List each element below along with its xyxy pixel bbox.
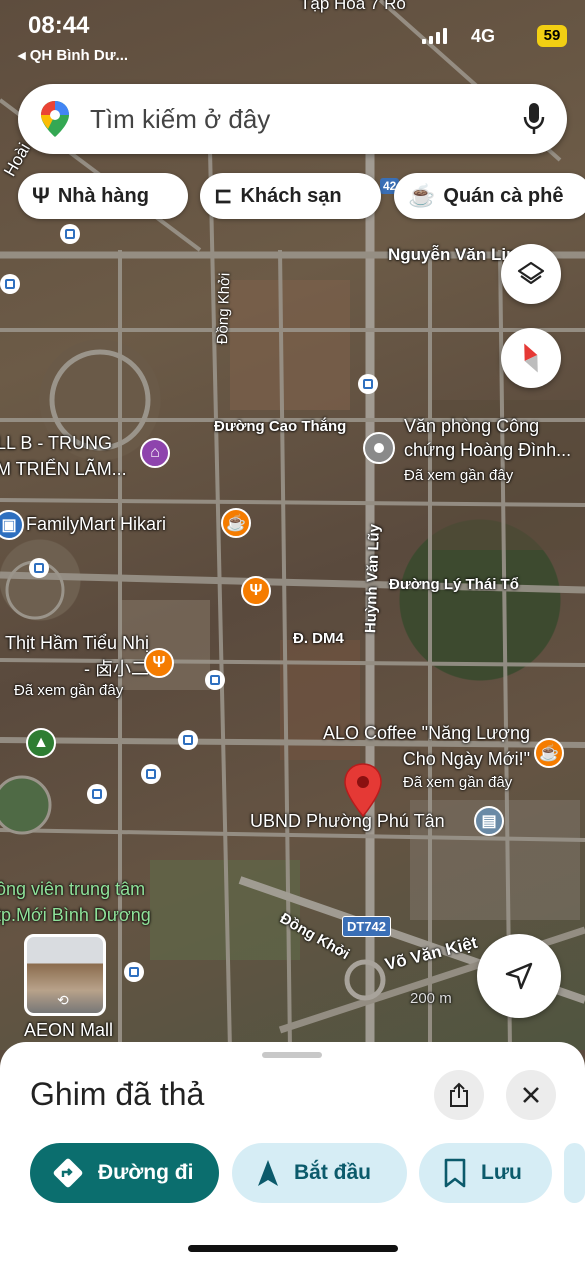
navigation-arrow-icon — [258, 1160, 278, 1186]
bus-stop-icon[interactable] — [29, 558, 49, 578]
place-note-recent-3: Đã xem gần đây — [403, 774, 513, 791]
street-label-dm4: Đ. DM4 — [293, 630, 344, 647]
bus-stop-icon[interactable] — [178, 730, 198, 750]
scale-label: 200 m — [410, 990, 452, 1007]
chip-label-restaurants: Nhà hàng — [57, 184, 149, 207]
my-location-button[interactable] — [477, 934, 561, 1018]
street-label-ly-thai-to: Đường Lý Thái Tổ — [389, 576, 519, 593]
place-note-recent-2: Đã xem gần đây — [14, 682, 124, 699]
chip-label-coffee: Quán cà phê — [443, 184, 564, 207]
bus-stop-icon[interactable] — [0, 274, 20, 294]
status-bar: 08:44 ◂ QH Bình Dư... 4G 59 — [0, 0, 585, 64]
layers-button[interactable] — [501, 244, 561, 304]
road-badge-dt742: DT742 — [342, 916, 392, 937]
bus-stop-icon[interactable] — [60, 224, 80, 244]
place-label-cong-vien[interactable]: ông viên trung tâm tp.Mới Bình Dương — [0, 876, 181, 928]
chip-hotels[interactable]: ⊏ Khách sạn — [200, 173, 381, 219]
sheet-drag-handle[interactable] — [262, 1052, 322, 1058]
share-icon — [450, 1082, 468, 1107]
battery-icon: 59 — [537, 25, 567, 47]
close-button[interactable] — [506, 1070, 556, 1120]
search-bar[interactable]: Tìm kiếm ở đây — [18, 84, 567, 154]
save-label: Lưu — [481, 1161, 522, 1184]
landmark-icon[interactable]: ⌂ — [140, 438, 170, 468]
search-input[interactable]: Tìm kiếm ở đây — [90, 104, 270, 135]
cell-signal-icon — [422, 28, 447, 44]
dropped-pin-sheet[interactable]: Ghim đã thả Đường đi Bắt đầu Lưu — [0, 1042, 585, 1266]
map-view[interactable]: Tạp Hoá 7 Rô Nguyễn Văn Lin Hoài Đồng Kh… — [0, 0, 585, 1050]
home-indicator — [188, 1245, 398, 1252]
place-label-thit-ham[interactable]: Thịt Hầm Tiểu Nhị - 卤小二 — [4, 630, 149, 682]
location-arrow-icon — [505, 962, 533, 990]
directions-button[interactable]: Đường đi — [30, 1143, 219, 1203]
share-button[interactable] — [434, 1070, 484, 1120]
chip-restaurants[interactable]: Ψ Nhà hàng — [18, 173, 188, 219]
place-label-trung-tam-trien-lam[interactable]: LL B - TRUNG M TRIỂN LÃM... — [0, 430, 131, 482]
park-tree-icon[interactable]: ▲ — [26, 728, 56, 758]
coffee-poi-icon[interactable]: ☕ — [534, 738, 564, 768]
bus-stop-icon[interactable] — [87, 784, 107, 804]
place-label-aeon-mall[interactable]: AEON Mall — [24, 1020, 113, 1041]
close-icon — [523, 1087, 539, 1103]
save-button[interactable]: Lưu — [419, 1143, 552, 1203]
coffee-poi-icon[interactable]: ☕ — [221, 508, 251, 538]
fork-knife-icon: Ψ — [32, 183, 50, 208]
street-label-dong-khoi-north: Đồng Khởi — [214, 272, 234, 345]
chip-label-hotels: Khách sạn — [240, 184, 342, 207]
rotate-360-icon: ⟲ — [57, 992, 69, 1008]
microphone-icon[interactable] — [523, 102, 545, 136]
bookmark-icon — [444, 1158, 466, 1188]
restaurant-poi-icon[interactable]: Ψ — [144, 648, 174, 678]
government-building-icon[interactable]: ▤ — [474, 806, 504, 836]
directions-icon — [53, 1158, 83, 1188]
network-type: 4G — [470, 26, 495, 46]
google-maps-pin-icon — [41, 101, 69, 137]
restaurant-poi-icon[interactable]: Ψ — [241, 576, 271, 606]
start-label: Bắt đầu — [294, 1161, 372, 1184]
place-label-van-phong-cong-chung[interactable]: Văn phòng Công chứng Hoàng Đình... — [404, 414, 585, 462]
compass-icon — [524, 343, 538, 373]
street-view-thumbnail[interactable]: ⟲ — [24, 934, 106, 1016]
back-to-app-link[interactable]: ◂ QH Bình Dư... — [18, 46, 128, 64]
chip-coffee[interactable]: ☕ Quán cà phê — [394, 173, 585, 219]
dropped-pin-icon[interactable] — [343, 762, 383, 818]
start-button[interactable]: Bắt đầu — [232, 1143, 407, 1203]
more-actions-button[interactable] — [564, 1143, 585, 1203]
bed-icon: ⊏ — [214, 183, 233, 208]
sheet-title: Ghim đã thả — [30, 1076, 205, 1112]
bus-stop-icon[interactable] — [141, 764, 161, 784]
compass-button[interactable] — [501, 328, 561, 388]
place-pin-icon[interactable] — [363, 432, 395, 464]
street-label-cao-thang: Đường Cao Thắng — [214, 418, 347, 435]
bus-stop-icon[interactable] — [124, 962, 144, 982]
place-label-familymart[interactable]: FamilyMart Hikari — [26, 514, 166, 535]
directions-label: Đường đi — [98, 1161, 194, 1184]
place-note-recent-1: Đã xem gần đây — [404, 467, 514, 484]
layers-icon — [517, 261, 545, 285]
status-time: 08:44 — [28, 12, 90, 39]
bus-stop-icon[interactable] — [358, 374, 378, 394]
street-label-nguyen-van-linh: Nguyễn Văn Lin — [388, 245, 517, 264]
coffee-icon: ☕ — [408, 183, 436, 208]
bus-stop-icon[interactable] — [205, 670, 225, 690]
